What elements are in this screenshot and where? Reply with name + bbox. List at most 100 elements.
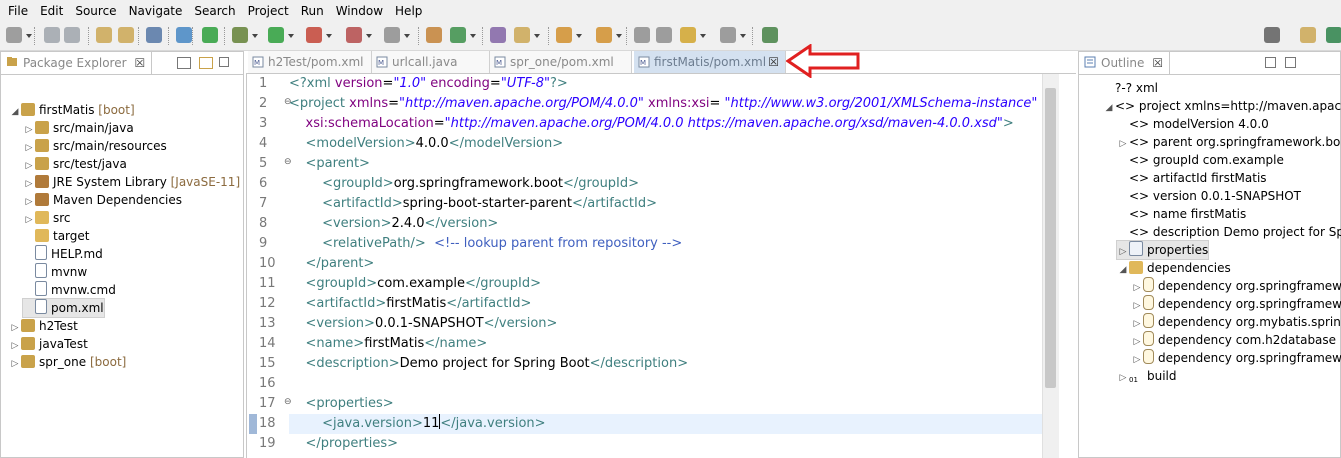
- menu-search[interactable]: Search: [188, 0, 241, 22]
- code-line[interactable]: <properties>: [289, 394, 394, 414]
- chevron-down-icon[interactable]: [576, 34, 582, 38]
- close-icon[interactable]: ☒: [1152, 56, 1163, 70]
- close-icon[interactable]: ☒: [768, 51, 779, 73]
- run-last-icon[interactable]: [306, 27, 322, 43]
- back-icon[interactable]: [680, 27, 696, 43]
- maximize-button[interactable]: [1285, 57, 1296, 68]
- menu-source[interactable]: Source: [69, 0, 122, 22]
- expand-toggle-icon[interactable]: ▷: [9, 355, 21, 373]
- outline-item[interactable]: ▷ 01 build: [1117, 367, 1177, 385]
- code-line[interactable]: <groupId>org.springframework.boot</group…: [289, 174, 639, 194]
- package-explorer-item[interactable]: ▷ src: [23, 209, 71, 227]
- menu-navigate[interactable]: Navigate: [123, 0, 189, 22]
- chevron-down-icon[interactable]: [616, 34, 622, 38]
- editor-tab[interactable]: Mspr_one/pom.xml: [490, 51, 632, 73]
- outline-item[interactable]: <> groupId com.example: [1117, 151, 1284, 169]
- link-with-editor-button[interactable]: [199, 57, 213, 69]
- menu-run[interactable]: Run: [295, 0, 330, 22]
- open-type-icon[interactable]: [96, 27, 112, 43]
- code-line[interactable]: <project xmlns="http://maven.apache.org/…: [289, 94, 1037, 114]
- stop-icon[interactable]: [346, 27, 362, 43]
- refresh-icon[interactable]: [450, 27, 466, 43]
- outline-item[interactable]: ▷<> parent org.springframework.boot : sp: [1117, 133, 1341, 151]
- new-window-icon[interactable]: [762, 27, 778, 43]
- package-explorer-item[interactable]: ▷ spr_one [boot]: [9, 353, 126, 371]
- new-server-icon[interactable]: [426, 27, 442, 43]
- package-explorer-item[interactable]: ▷ JRE System Library [JavaSE-11]: [23, 173, 240, 191]
- forward-icon[interactable]: [720, 27, 736, 43]
- editor-tab[interactable]: MfirstMatis/pom.xml ☒: [634, 51, 786, 73]
- expand-toggle-icon[interactable]: ▷: [1117, 369, 1129, 387]
- package-explorer-item[interactable]: mvnw: [23, 263, 87, 281]
- outline-item[interactable]: ▷dependency org.springframework.: [1131, 295, 1341, 313]
- prev-annotation-icon[interactable]: [596, 27, 612, 43]
- outline-item[interactable]: <> description Demo project for Spring: [1117, 223, 1341, 241]
- package-explorer-item[interactable]: ▷ h2Test: [9, 317, 78, 335]
- package-explorer-item[interactable]: ◢ firstMatis [boot]: [9, 101, 135, 119]
- console-icon[interactable]: [146, 27, 162, 43]
- debug-icon[interactable]: [232, 27, 248, 43]
- expand-toggle-icon[interactable]: ◢: [1103, 99, 1115, 117]
- search-icon[interactable]: [1264, 27, 1280, 43]
- vertical-scrollbar[interactable]: [1042, 74, 1059, 458]
- chevron-down-icon[interactable]: [534, 34, 540, 38]
- chevron-down-icon[interactable]: [26, 34, 32, 38]
- code-line[interactable]: <groupId>com.example</groupId>: [289, 274, 542, 294]
- code-line[interactable]: <artifactId>spring-boot-starter-parent</…: [289, 194, 657, 214]
- search-files-icon[interactable]: [514, 27, 530, 43]
- code-line[interactable]: <relativePath/> <!-- lookup parent from …: [289, 234, 682, 254]
- chevron-down-icon[interactable]: [404, 34, 410, 38]
- collapse-all-button[interactable]: [177, 57, 191, 69]
- build-icon[interactable]: [384, 27, 400, 43]
- code-line[interactable]: <description>Demo project for Spring Boo…: [289, 354, 689, 374]
- chevron-down-icon[interactable]: [288, 34, 294, 38]
- outline-item[interactable]: ▷dependency org.springframework.: [1131, 277, 1341, 295]
- outline-item[interactable]: <> artifactId firstMatis: [1117, 169, 1267, 187]
- outline-item[interactable]: <> version 0.0.1-SNAPSHOT: [1117, 187, 1301, 205]
- menu-project[interactable]: Project: [242, 0, 295, 22]
- chevron-down-icon[interactable]: [366, 34, 372, 38]
- outline-item[interactable]: ▷dependency org.springframework.: [1131, 349, 1341, 367]
- terminate-icon[interactable]: [202, 27, 218, 43]
- code-line[interactable]: <version>2.4.0</version>: [289, 214, 498, 234]
- chevron-down-icon[interactable]: [326, 34, 332, 38]
- package-explorer-item[interactable]: ▷ src/test/java: [23, 155, 127, 173]
- code-area[interactable]: <?xml version="1.0" encoding="UTF-8"?> <p…: [289, 74, 1044, 458]
- editor-tab[interactable]: Murlcall.java: [372, 51, 490, 73]
- code-line[interactable]: </parent>: [289, 254, 375, 274]
- close-icon[interactable]: ☒: [135, 56, 146, 70]
- tab-package-explorer[interactable]: Package Explorer ☒: [1, 52, 153, 74]
- outline-item[interactable]: <> modelVersion 4.0.0: [1117, 115, 1269, 133]
- forward-history-icon[interactable]: [656, 27, 672, 43]
- menu-help[interactable]: Help: [389, 0, 428, 22]
- outline-item[interactable]: ▷ properties: [1115, 240, 1210, 260]
- package-explorer-item[interactable]: HELP.md: [23, 245, 103, 263]
- open-perspective-icon[interactable]: [490, 27, 506, 43]
- code-line[interactable]: xsi:schemaLocation="http://maven.apache.…: [289, 114, 1014, 134]
- editor-tab[interactable]: Mh2Test/pom.xml: [248, 51, 372, 73]
- package-explorer-item[interactable]: mvnw.cmd: [23, 281, 116, 299]
- save-icon[interactable]: [44, 27, 60, 43]
- code-line[interactable]: <?xml version="1.0" encoding="UTF-8"?>: [289, 74, 568, 94]
- chevron-down-icon[interactable]: [470, 34, 476, 38]
- save-all-icon[interactable]: [64, 27, 80, 43]
- last-edit-icon[interactable]: [634, 27, 650, 43]
- minimize-button[interactable]: [219, 57, 229, 67]
- tab-outline[interactable]: Outline ☒: [1079, 52, 1171, 74]
- minimize-button[interactable]: [1265, 57, 1276, 68]
- outline-item[interactable]: <> name firstMatis: [1117, 205, 1246, 223]
- package-explorer-item[interactable]: ▷ src/main/resources: [23, 137, 167, 155]
- run-icon[interactable]: [268, 27, 284, 43]
- java-perspective-icon[interactable]: [1326, 27, 1341, 43]
- package-explorer-item[interactable]: pom.xml: [22, 298, 105, 318]
- outline-item[interactable]: ◢<> project xmlns=http://maven.apache.or…: [1103, 97, 1341, 115]
- open-resource-icon[interactable]: [118, 27, 134, 43]
- expand-toggle-icon[interactable]: ◢: [1117, 261, 1129, 279]
- outline-item[interactable]: ◢ dependencies: [1117, 259, 1231, 277]
- new-icon[interactable]: [6, 27, 22, 43]
- xml-editor[interactable]: 1 2 ⊖ 3 4 5 ⊖ 6 7 8 9 10 11 12 13 14 15 16 17 ⊖ 18 19 <?xml v…: [246, 74, 1077, 458]
- package-explorer-item[interactable]: ▷ Maven Dependencies: [23, 191, 182, 209]
- open-perspective-icon[interactable]: [1300, 27, 1316, 43]
- code-line[interactable]: <parent>: [289, 154, 370, 174]
- chevron-down-icon[interactable]: [740, 34, 746, 38]
